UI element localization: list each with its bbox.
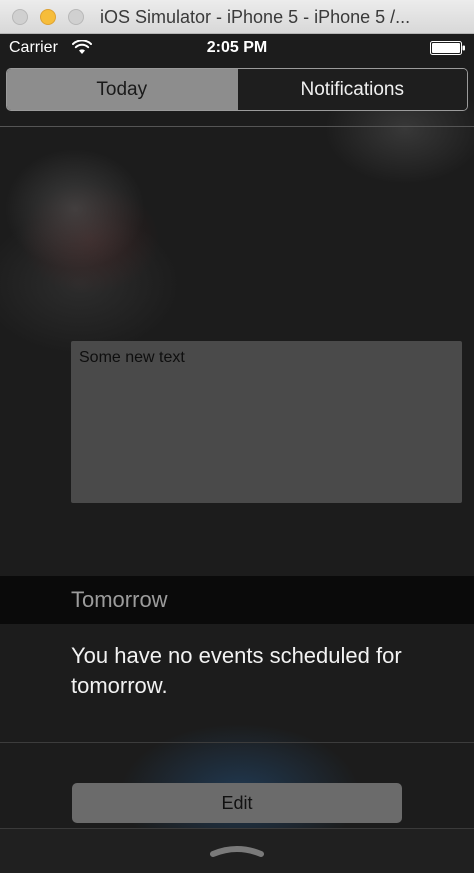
tab-today[interactable]: Today [7, 69, 237, 110]
bottom-grabber-bar[interactable] [0, 828, 474, 873]
tomorrow-message: You have no events scheduled for tomorro… [71, 643, 402, 698]
battery-icon [430, 41, 465, 55]
tab-notifications[interactable]: Notifications [236, 69, 467, 110]
tomorrow-title: Tomorrow [71, 587, 168, 612]
window-title: iOS Simulator - iPhone 5 - iPhone 5 /... [100, 7, 411, 27]
header-divider [0, 126, 474, 127]
edit-button[interactable]: Edit [72, 783, 402, 823]
today-notifications-segmented-control: Today Notifications [6, 68, 468, 111]
status-bar: Carrier 2:05 PM [0, 34, 474, 62]
tab-notifications-label: Notifications [300, 78, 405, 100]
simulator-screen: Carrier 2:05 PM Today Notifications Some… [0, 34, 474, 873]
window-minimize-button[interactable] [40, 9, 56, 25]
tomorrow-section-header: Tomorrow [0, 576, 474, 624]
section-divider [0, 742, 474, 743]
status-time: 2:05 PM [206, 39, 268, 56]
window-zoom-button[interactable] [68, 9, 84, 25]
widget-text-view[interactable]: Some new text [71, 341, 462, 503]
grabber-chevron-icon[interactable] [210, 841, 264, 857]
window-close-button[interactable] [12, 9, 28, 25]
tab-today-label: Today [96, 78, 148, 100]
window-titlebar: iOS Simulator - iPhone 5 - iPhone 5 /... [0, 0, 474, 34]
